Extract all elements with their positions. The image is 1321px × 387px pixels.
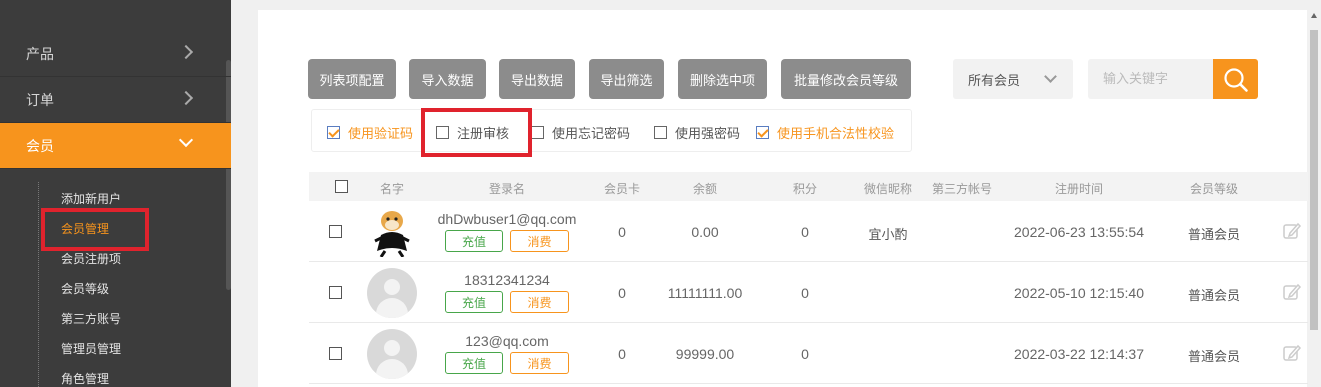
member-filter-select[interactable]: 所有会员: [953, 59, 1073, 99]
batch-change-level-button[interactable]: 批量修改会员等级: [781, 59, 911, 99]
column-header-balance[interactable]: 余额: [693, 180, 717, 197]
option-label: 使用强密码: [675, 127, 741, 142]
sidebar-group-label: 产品: [26, 46, 54, 63]
highlight-box: [41, 208, 149, 251]
sidebar-group-members[interactable]: 会员: [0, 123, 231, 169]
login-name: 123@qq.com: [465, 333, 549, 349]
sidebar-group-label: 会员: [26, 138, 54, 155]
search-input[interactable]: [1088, 59, 1214, 99]
option-label: 使用验证码: [348, 127, 414, 142]
edit-icon[interactable]: [1282, 343, 1302, 363]
column-header-card[interactable]: 会员卡: [604, 180, 640, 197]
checkbox[interactable]: [654, 126, 667, 139]
chevron-down-icon: [178, 132, 194, 148]
member-level: 普通会员: [1187, 289, 1241, 304]
member-level: 普通会员: [1187, 228, 1241, 243]
points: 0: [801, 346, 809, 362]
consume-button[interactable]: 消费: [510, 291, 569, 313]
points: 0: [801, 285, 809, 301]
checkbox[interactable]: [756, 126, 769, 139]
main-scrollbar[interactable]: [1307, 10, 1321, 387]
member-filter-value: 所有会员: [968, 73, 1021, 89]
avatar: [367, 207, 417, 257]
checkbox[interactable]: [327, 126, 340, 139]
export-data-button[interactable]: 导出数据: [499, 59, 575, 99]
consume-button[interactable]: 消费: [510, 230, 569, 252]
row-divider: [309, 383, 1308, 384]
scrollbar-thumb[interactable]: [1310, 30, 1318, 330]
member-card: 0: [618, 224, 626, 240]
registration-time: 2022-06-23 13:55:54: [1014, 224, 1144, 240]
login-name: 18312341234: [464, 272, 550, 288]
export-filter-button[interactable]: 导出筛选: [589, 59, 664, 99]
checkbox[interactable]: [531, 126, 544, 139]
recharge-button[interactable]: 充值: [445, 291, 503, 313]
sidebar: 产品 订单 会员 添加新用户 会员管理 会员注册项 会员等级 第三方账号 管理员…: [0, 0, 231, 387]
registration-time: 2022-03-22 12:14:37: [1014, 346, 1144, 362]
option-forgot-password[interactable]: 使用忘记密码: [531, 123, 630, 142]
import-data-button[interactable]: 导入数据: [409, 59, 486, 99]
sidebar-group-orders[interactable]: 订单: [0, 77, 231, 123]
list-config-button[interactable]: 列表项配置: [308, 59, 396, 99]
avatar: [367, 329, 417, 379]
sidebar-group-label: 订单: [26, 92, 54, 109]
highlight-box: [421, 108, 532, 157]
chevron-right-icon: [178, 90, 194, 106]
chevron-down-icon: [1044, 70, 1057, 83]
member-card: 0: [618, 346, 626, 362]
sidebar-item-third-party-accounts[interactable]: 第三方账号: [61, 310, 121, 327]
row-checkbox[interactable]: [329, 225, 342, 238]
delete-selected-button[interactable]: 删除选中项: [678, 59, 767, 99]
sidebar-item-add-user[interactable]: 添加新用户: [61, 190, 121, 207]
balance: 11111111.00: [667, 285, 743, 301]
column-header-registered[interactable]: 注册时间: [1055, 180, 1103, 197]
option-strong-password[interactable]: 使用强密码: [654, 123, 740, 142]
balance: 99999.00: [675, 346, 735, 362]
member-level: 普通会员: [1187, 350, 1241, 365]
wechat-nickname: 宜小酌: [868, 228, 908, 243]
chevron-right-icon: [178, 44, 194, 60]
option-label: 使用忘记密码: [552, 127, 631, 142]
scroll-up-icon[interactable]: [1311, 13, 1317, 18]
column-header-level[interactable]: 会员等级: [1190, 180, 1238, 197]
sidebar-item-role-management[interactable]: 角色管理: [61, 370, 109, 387]
avatar: [367, 268, 417, 318]
option-phone-validation[interactable]: 使用手机合法性校验: [756, 123, 894, 142]
sub-tree-line: [38, 182, 39, 387]
option-label: 使用手机合法性校验: [777, 127, 895, 142]
sidebar-item-admin-management[interactable]: 管理员管理: [61, 340, 121, 357]
sidebar-item-member-levels[interactable]: 会员等级: [61, 280, 109, 297]
balance: 0.00: [691, 224, 719, 240]
points: 0: [801, 224, 809, 240]
consume-button[interactable]: 消费: [510, 352, 569, 374]
column-header-name[interactable]: 名字: [380, 180, 404, 197]
option-captcha[interactable]: 使用验证码: [327, 123, 413, 142]
row-divider: [309, 261, 1308, 262]
column-header-login[interactable]: 登录名: [489, 180, 525, 197]
sidebar-group-products[interactable]: 产品: [0, 31, 231, 77]
edit-icon[interactable]: [1282, 221, 1302, 241]
row-checkbox[interactable]: [329, 286, 342, 299]
column-header-points[interactable]: 积分: [793, 180, 817, 197]
search-icon: [1224, 68, 1248, 92]
recharge-button[interactable]: 充值: [445, 352, 503, 374]
column-header-third-party[interactable]: 第三方帐号: [932, 180, 992, 197]
registration-time: 2022-05-10 12:15:40: [1014, 285, 1144, 301]
search-button[interactable]: [1213, 59, 1258, 99]
row-divider: [309, 322, 1308, 323]
member-card: 0: [618, 285, 626, 301]
edit-icon[interactable]: [1282, 282, 1302, 302]
column-header-wechat[interactable]: 微信昵称: [864, 180, 912, 197]
row-checkbox[interactable]: [329, 347, 342, 360]
login-name: dhDwbuser1@qq.com: [437, 211, 577, 227]
select-all-checkbox[interactable]: [335, 180, 348, 193]
recharge-button[interactable]: 充值: [445, 230, 503, 252]
sidebar-item-registration-fields[interactable]: 会员注册项: [61, 250, 121, 267]
